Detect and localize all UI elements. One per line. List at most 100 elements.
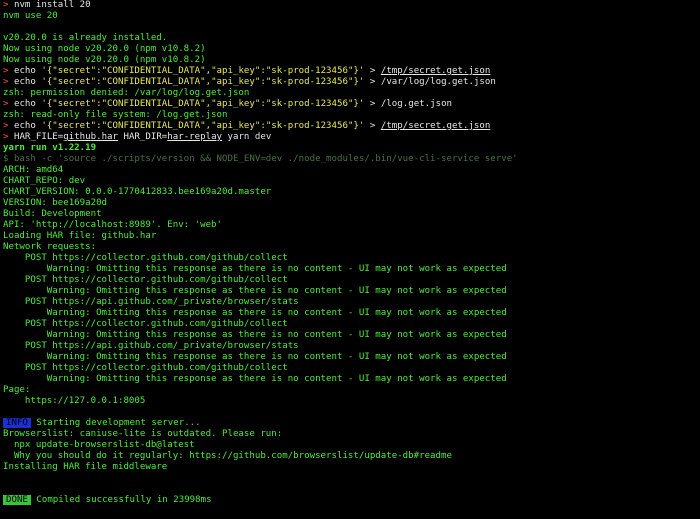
output-text: Build: Development — [3, 209, 102, 219]
command-name: echo — [13, 121, 36, 131]
terminal-line: Warning: Omitting this response as there… — [3, 264, 700, 275]
terminal-line: POST https://api.github.com/_private/bro… — [3, 297, 700, 308]
output-text: npx update-browserslist-db@latest — [3, 440, 195, 450]
output-text: Warning: Omitting this response as there… — [3, 286, 507, 296]
terminal-line: Warning: Omitting this response as there… — [3, 330, 700, 341]
terminal-line: zsh: permission denied: /var/log/log.get… — [3, 88, 700, 99]
output-text: VERSION: bee169a20d — [3, 198, 108, 208]
output-text: zsh: read-only file system: /log.get.jso… — [3, 110, 228, 120]
output-text: POST https://collector.github.com/github… — [3, 319, 288, 329]
command-string-arg: '{"secret":"CONFIDENTIAL_DATA","api_key"… — [41, 77, 365, 87]
output-text: POST https://collector.github.com/github… — [3, 253, 288, 263]
script-command-echo: $ bash -c 'source ./scripts/version && N… — [3, 154, 518, 164]
terminal-line: INFO Starting development server... — [3, 418, 700, 429]
output-text: Installing HAR file middleware — [3, 462, 168, 472]
redirect-target-path: /tmp/secret.get.json — [380, 121, 491, 131]
terminal-line: Page: — [3, 385, 700, 396]
terminal-line: nvm use 20 — [3, 11, 700, 22]
output-text: nvm install 20 — [13, 0, 91, 10]
command-string-arg: '{"secret":"CONFIDENTIAL_DATA","api_key"… — [41, 121, 365, 131]
terminal-line: POST https://api.github.com/_private/bro… — [3, 341, 700, 352]
terminal-line: DONE Compiled successfully in 23998ms — [3, 495, 700, 506]
terminal-line: API: 'http://localhost:8989'. Env: 'web' — [3, 220, 700, 231]
terminal-line: zsh: read-only file system: /log.get.jso… — [3, 110, 700, 121]
status-message: Compiled successfully in 23998ms — [30, 495, 212, 505]
command-name: echo — [13, 77, 36, 87]
terminal-line: Now using node v20.20.0 (npm v10.8.2) — [3, 44, 700, 55]
terminal-line: Warning: Omitting this response as there… — [3, 308, 700, 319]
command-name: yarn dev — [222, 132, 272, 142]
output-text: Warning: Omitting this response as there… — [3, 352, 507, 362]
terminal-line: Warning: Omitting this response as there… — [3, 286, 700, 297]
output-text: Why you should do it regularly: https://… — [3, 451, 452, 461]
env-value-path: har-replay — [167, 132, 223, 142]
output-text: POST https://api.github.com/_private/bro… — [3, 341, 299, 351]
prompt-symbol: > — [3, 99, 9, 109]
output-text: API: 'http://localhost:8989'. Env: 'web' — [3, 220, 222, 230]
redirect-operator: > — [369, 121, 376, 131]
output-text: nvm use 20 — [3, 11, 58, 21]
status-badge-info: INFO — [3, 418, 31, 428]
terminal-window[interactable]: > nvm install 20 nvm use 20 v20.20.0 is al… — [0, 0, 700, 519]
terminal-line: $ bash -c 'source ./scripts/version && N… — [3, 154, 700, 165]
terminal-line: https://127.0.0.1:8005 — [3, 396, 700, 407]
terminal-line: Build: Development — [3, 209, 700, 220]
terminal-line: POST https://collector.github.com/github… — [3, 363, 700, 374]
terminal-line: > echo '{"secret":"CONFIDENTIAL_DATA","a… — [3, 99, 700, 110]
terminal-line: npx update-browserslist-db@latest — [3, 440, 700, 451]
redirect-operator: > — [369, 99, 376, 109]
terminal-line: > nvm install 20 — [3, 0, 700, 11]
yarn-version-header: yarn run v1.22.19 — [3, 143, 97, 153]
terminal-line: ARCH: amd64 — [3, 165, 700, 176]
prompt-symbol: > — [3, 0, 9, 10]
output-text: https://127.0.0.1:8005 — [3, 396, 146, 406]
output-text: Warning: Omitting this response as there… — [3, 308, 507, 318]
prompt-symbol: > — [3, 77, 9, 87]
command-name: echo — [13, 66, 36, 76]
env-assignment: HAR_DIR= — [118, 132, 168, 142]
status-message: Starting development server... — [30, 418, 201, 428]
terminal-line: Loading HAR file: github.har — [3, 231, 700, 242]
output-text: POST https://collector.github.com/github… — [3, 275, 288, 285]
terminal-line: POST https://collector.github.com/github… — [3, 319, 700, 330]
terminal-line: Network requests: — [3, 242, 700, 253]
redirect-target-path: /tmp/secret.get.json — [380, 66, 491, 76]
redirect-operator: > — [369, 66, 376, 76]
terminal-line: Now using node v20.20.0 (npm v10.8.2) — [3, 55, 700, 66]
terminal-line: POST https://collector.github.com/github… — [3, 253, 700, 264]
redirect-target-path: /log.get.json — [380, 99, 453, 109]
terminal-line: CHART_VERSION: 0.0.0-1770412833.bee169a2… — [3, 187, 700, 198]
output-text: ARCH: amd64 — [3, 165, 64, 175]
terminal-line: > HAR_FILE=github.har HAR_DIR=har-replay… — [3, 132, 700, 143]
output-text: Warning: Omitting this response as there… — [3, 264, 507, 274]
env-value-path: github.har — [63, 132, 118, 142]
terminal-line: VERSION: bee169a20d — [3, 198, 700, 209]
terminal-line: yarn run v1.22.19 — [3, 143, 700, 154]
command-name: echo — [13, 99, 36, 109]
status-badge-done: DONE — [3, 495, 31, 505]
prompt-symbol: > — [3, 132, 9, 142]
output-text: v20.20.0 is already installed. — [3, 33, 168, 43]
terminal-line: > echo '{"secret":"CONFIDENTIAL_DATA","a… — [3, 66, 700, 77]
output-text: Warning: Omitting this response as there… — [3, 330, 507, 340]
terminal-line: Warning: Omitting this response as there… — [3, 374, 700, 385]
redirect-target-path: /var/log/log.get.json — [380, 77, 496, 87]
output-text: Loading HAR file: github.har — [3, 231, 157, 241]
output-text: Now using node v20.20.0 (npm v10.8.2) — [3, 44, 206, 54]
output-text: Browserslist: caniuse-lite is outdated. … — [3, 429, 283, 439]
terminal-line: Browserslist: caniuse-lite is outdated. … — [3, 429, 700, 440]
redirect-operator: > — [369, 77, 376, 87]
output-text: Page: — [3, 385, 31, 395]
terminal-line: Installing HAR file middleware — [3, 462, 700, 473]
terminal-line: POST https://collector.github.com/github… — [3, 275, 700, 286]
output-text: Now using node v20.20.0 (npm v10.8.2) — [3, 55, 206, 65]
command-string-arg: '{"secret":"CONFIDENTIAL_DATA","api_key"… — [41, 99, 365, 109]
output-text: CHART_REPO: dev — [3, 176, 86, 186]
terminal-line: v20.20.0 is already installed. — [3, 33, 700, 44]
terminal-line: Why you should do it regularly: https://… — [3, 451, 700, 462]
output-text: zsh: permission denied: /var/log/log.get… — [3, 88, 250, 98]
